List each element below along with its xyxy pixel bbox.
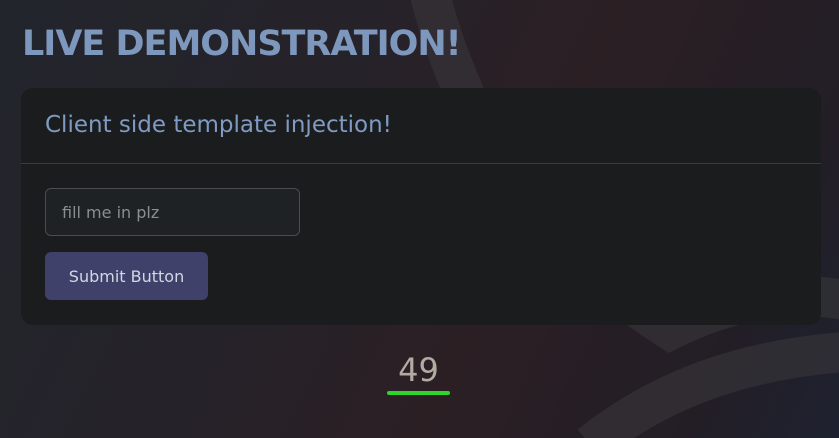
result-area: 49 bbox=[0, 350, 839, 395]
card-title: Client side template injection! bbox=[45, 111, 392, 138]
demo-card: Client side template injection! Submit B… bbox=[21, 88, 821, 325]
result: 49 bbox=[387, 350, 450, 395]
card-header: Client side template injection! bbox=[21, 88, 821, 164]
result-underline bbox=[387, 391, 450, 395]
submit-button[interactable]: Submit Button bbox=[45, 252, 208, 300]
card-body: Submit Button bbox=[21, 164, 821, 300]
result-value: 49 bbox=[398, 351, 439, 389]
page-title: LIVE DEMONSTRATION! bbox=[22, 24, 462, 64]
template-input[interactable] bbox=[45, 188, 300, 236]
